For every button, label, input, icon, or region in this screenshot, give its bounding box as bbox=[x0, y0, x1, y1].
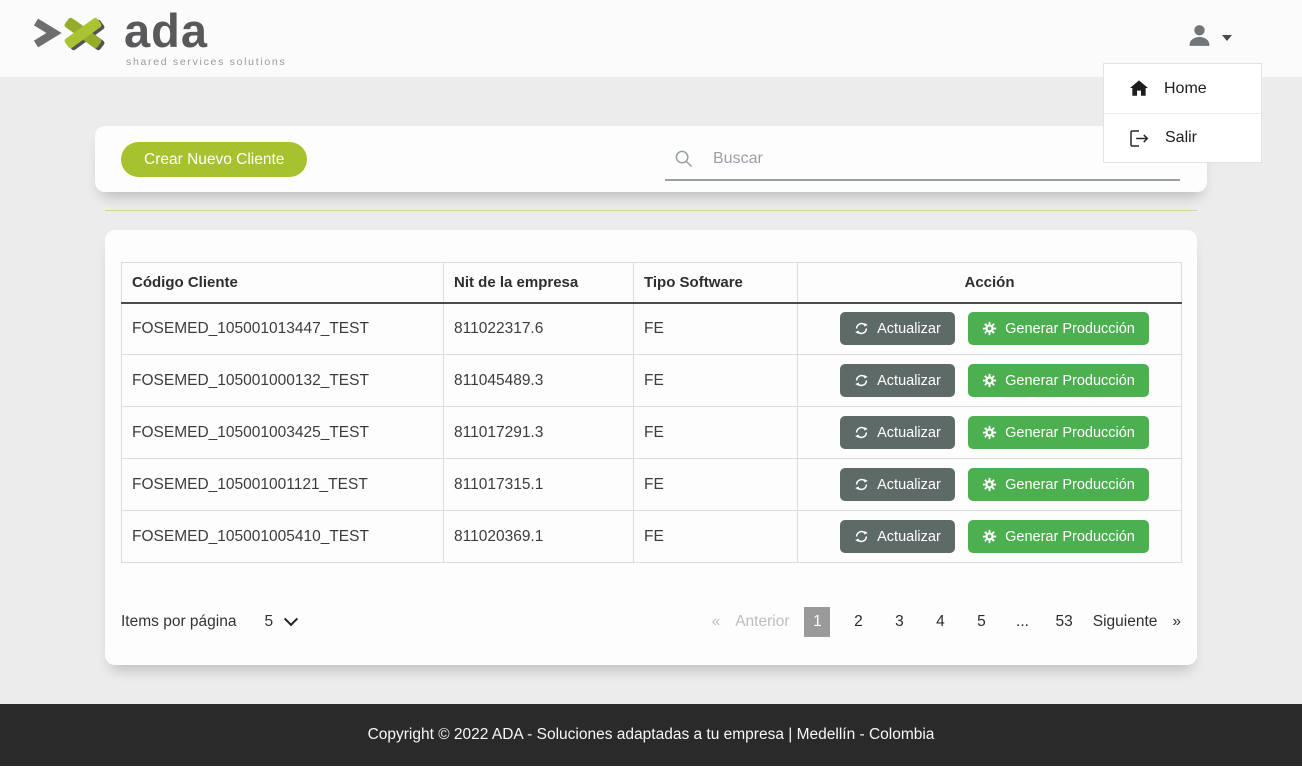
table-body: FOSEMED_105001013447_TEST 811022317.6 FE… bbox=[122, 303, 1182, 563]
cell-nit: 811017315.1 bbox=[444, 459, 634, 511]
items-per-page-value: 5 bbox=[264, 613, 273, 631]
cell-nit: 811020369.1 bbox=[444, 511, 634, 563]
sync-icon bbox=[854, 373, 869, 388]
cell-tipo-software: FE bbox=[634, 511, 798, 563]
logo-subtext: shared services solutions bbox=[126, 56, 286, 68]
cell-actions: Actualizar Generar Producción bbox=[798, 511, 1182, 563]
cell-codigo-cliente: FOSEMED_105001001121_TEST bbox=[122, 459, 444, 511]
copyright-text: Copyright © 2022 ADA - Soluciones adapta… bbox=[368, 726, 935, 744]
ada-logo-icon bbox=[28, 6, 120, 66]
sync-icon bbox=[854, 425, 869, 440]
generar-produccion-button[interactable]: Generar Producción bbox=[968, 416, 1149, 449]
cell-actions: Actualizar Generar Producción bbox=[798, 303, 1182, 355]
user-icon bbox=[1186, 22, 1213, 49]
search-icon bbox=[674, 149, 693, 168]
page-3[interactable]: 3 bbox=[886, 607, 912, 637]
page-53[interactable]: 53 bbox=[1050, 607, 1077, 637]
sync-icon bbox=[854, 477, 869, 492]
generar-produccion-button[interactable]: Generar Producción bbox=[968, 312, 1149, 345]
table-row: FOSEMED_105001003425_TEST 811017291.3 FE… bbox=[122, 407, 1182, 459]
logout-icon bbox=[1130, 130, 1149, 147]
col-header-codigo-cliente: Código Cliente bbox=[122, 263, 444, 303]
cell-tipo-software: FE bbox=[634, 303, 798, 355]
crear-nuevo-cliente-button[interactable]: Crear Nuevo Cliente bbox=[121, 142, 307, 177]
page-1[interactable]: 1 bbox=[804, 607, 830, 637]
pagination-row: Items por página 5 « Anterior 12345...53… bbox=[121, 604, 1181, 640]
cell-tipo-software: FE bbox=[634, 459, 798, 511]
gear-icon bbox=[982, 477, 997, 492]
menu-item-salir[interactable]: Salir bbox=[1104, 113, 1261, 162]
table-row: FOSEMED_105001001121_TEST 811017315.1 FE… bbox=[122, 459, 1182, 511]
actualizar-button[interactable]: Actualizar bbox=[840, 364, 955, 397]
cell-actions: Actualizar Generar Producción bbox=[798, 459, 1182, 511]
cell-tipo-software: FE bbox=[634, 407, 798, 459]
caret-down-icon bbox=[1222, 35, 1232, 41]
gear-icon bbox=[982, 425, 997, 440]
gear-icon bbox=[982, 321, 997, 336]
pagination: « Anterior 12345... 53 Siguiente » bbox=[712, 607, 1181, 637]
cell-codigo-cliente: FOSEMED_105001000132_TEST bbox=[122, 355, 444, 407]
chevron-down-icon bbox=[284, 612, 298, 626]
cell-tipo-software: FE bbox=[634, 355, 798, 407]
cell-actions: Actualizar Generar Producción bbox=[798, 407, 1182, 459]
page-ellipsis: ... bbox=[1009, 607, 1035, 637]
items-per-page-select[interactable]: 5 bbox=[264, 613, 296, 631]
user-dropdown-menu: Home Salir bbox=[1103, 63, 1262, 163]
ada-logo[interactable]: ada shared services solutions bbox=[28, 6, 286, 68]
cell-codigo-cliente: FOSEMED_105001013447_TEST bbox=[122, 303, 444, 355]
clients-table: Código Cliente Nit de la empresa Tipo So… bbox=[121, 262, 1182, 563]
table-row: FOSEMED_105001013447_TEST 811022317.6 FE… bbox=[122, 303, 1182, 355]
menu-item-label: Home bbox=[1164, 80, 1207, 98]
table-row: FOSEMED_105001000132_TEST 811045489.3 FE… bbox=[122, 355, 1182, 407]
sync-icon bbox=[854, 529, 869, 544]
col-header-tipo-software: Tipo Software bbox=[634, 263, 798, 303]
footer: Copyright © 2022 ADA - Soluciones adapta… bbox=[0, 704, 1302, 766]
page: ada shared services solutions Home bbox=[0, 0, 1302, 769]
section-divider bbox=[105, 210, 1197, 211]
cell-codigo-cliente: FOSEMED_105001005410_TEST bbox=[122, 511, 444, 563]
logo-text: ada bbox=[124, 8, 286, 54]
actualizar-button[interactable]: Actualizar bbox=[840, 416, 955, 449]
cell-nit: 811022317.6 bbox=[444, 303, 634, 355]
page-5[interactable]: 5 bbox=[968, 607, 994, 637]
sync-icon bbox=[854, 321, 869, 336]
cell-nit: 811017291.3 bbox=[444, 407, 634, 459]
main-content: Crear Nuevo Cliente Código Cliente Nit d… bbox=[0, 77, 1302, 704]
user-menu-toggle[interactable] bbox=[1186, 22, 1232, 49]
page-list: 12345... 53 bbox=[804, 607, 1077, 637]
generar-produccion-button[interactable]: Generar Producción bbox=[968, 520, 1149, 553]
actualizar-button[interactable]: Actualizar bbox=[840, 520, 955, 553]
toolbar-card: Crear Nuevo Cliente bbox=[95, 126, 1207, 192]
menu-item-home[interactable]: Home bbox=[1104, 64, 1261, 113]
items-per-page-label: Items por página bbox=[121, 613, 236, 631]
items-per-page: Items por página 5 bbox=[121, 613, 296, 631]
page-4[interactable]: 4 bbox=[927, 607, 953, 637]
col-header-accion: Acción bbox=[798, 263, 1182, 303]
pagination-next-symbol[interactable]: » bbox=[1172, 613, 1181, 631]
table-row: FOSEMED_105001005410_TEST 811020369.1 FE… bbox=[122, 511, 1182, 563]
pagination-prev-symbol: « bbox=[712, 613, 721, 631]
cell-actions: Actualizar Generar Producción bbox=[798, 355, 1182, 407]
pagination-next[interactable]: Siguiente bbox=[1093, 613, 1158, 631]
generar-produccion-button[interactable]: Generar Producción bbox=[968, 364, 1149, 397]
table-card: Código Cliente Nit de la empresa Tipo So… bbox=[105, 230, 1197, 665]
cell-nit: 811045489.3 bbox=[444, 355, 634, 407]
actualizar-button[interactable]: Actualizar bbox=[840, 312, 955, 345]
table-header-row: Código Cliente Nit de la empresa Tipo So… bbox=[122, 263, 1182, 303]
menu-item-label: Salir bbox=[1165, 129, 1197, 147]
page-2[interactable]: 2 bbox=[845, 607, 871, 637]
cell-codigo-cliente: FOSEMED_105001003425_TEST bbox=[122, 407, 444, 459]
gear-icon bbox=[982, 529, 997, 544]
generar-produccion-button[interactable]: Generar Producción bbox=[968, 468, 1149, 501]
gear-icon bbox=[982, 373, 997, 388]
home-icon bbox=[1130, 80, 1148, 97]
pagination-prev: Anterior bbox=[735, 613, 789, 631]
actualizar-button[interactable]: Actualizar bbox=[840, 468, 955, 501]
col-header-nit: Nit de la empresa bbox=[444, 263, 634, 303]
